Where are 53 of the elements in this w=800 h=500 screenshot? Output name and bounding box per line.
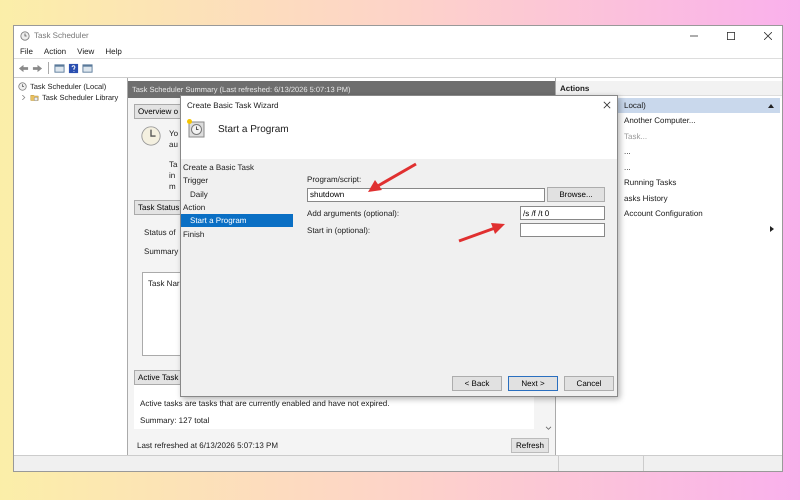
close-icon[interactable] xyxy=(764,32,772,40)
program-field[interactable]: shutdown xyxy=(307,188,545,202)
browse-button[interactable]: Browse... xyxy=(547,187,605,202)
folder-icon xyxy=(30,93,39,102)
caret-icon[interactable] xyxy=(768,104,774,108)
clock-icon xyxy=(18,82,27,91)
overview-text: au xyxy=(169,140,178,150)
wizard-step[interactable]: Daily xyxy=(181,188,293,201)
last-refreshed-text: Last refreshed at 6/13/2026 5:07:13 PM xyxy=(137,440,278,450)
arguments-field[interactable]: /s /f /t 0 xyxy=(520,206,605,220)
close-icon[interactable] xyxy=(603,101,611,109)
wizard-step[interactable]: Trigger xyxy=(181,174,293,188)
overview-text: Ta xyxy=(169,160,178,170)
field-label: Start in (optional): xyxy=(307,226,370,234)
overview-text: Yo xyxy=(169,129,178,139)
description-text: Active tasks are tasks that are currently enabled and have not expired. xyxy=(140,399,390,408)
clock-icon xyxy=(20,30,30,40)
menu-item[interactable]: File xyxy=(20,47,33,56)
menu-item[interactable]: View xyxy=(77,47,94,56)
field-label: Program/script: xyxy=(307,175,362,184)
status-label: Status of xyxy=(144,228,176,237)
refresh-button[interactable]: Refresh xyxy=(510,438,549,452)
wizard-step[interactable]: Create a Basic Task xyxy=(181,161,293,174)
summary-label: Summary xyxy=(144,247,178,256)
annotation-arrow xyxy=(366,162,418,194)
start-in-field[interactable] xyxy=(520,223,605,237)
submenu-arrow-icon[interactable] xyxy=(770,226,774,232)
overview-text: m xyxy=(169,182,177,192)
field-label: Add arguments (optional): xyxy=(307,208,400,218)
dialog-title: Create Basic Task Wizard xyxy=(187,100,278,110)
wizard-step[interactable]: Action xyxy=(181,200,293,214)
dialog-button[interactable]: Cancel xyxy=(564,376,614,391)
dialog-button[interactable]: Next > xyxy=(508,376,558,391)
summary-text: Summary: 127 total xyxy=(140,416,210,425)
wizard-heading: Start a Program xyxy=(218,124,289,135)
menu-item[interactable]: Action xyxy=(44,47,66,56)
menu-item[interactable]: Help xyxy=(105,47,122,56)
clock-icon xyxy=(140,125,162,147)
annotation-arrow xyxy=(457,221,507,243)
clock-icon xyxy=(186,118,206,138)
window-title: Task Scheduler xyxy=(34,31,89,40)
back-icon[interactable] xyxy=(18,62,29,74)
scroll-down-icon[interactable] xyxy=(544,426,552,431)
dialog-button[interactable]: < Back xyxy=(452,376,502,391)
maximize-icon[interactable] xyxy=(727,32,735,40)
pane-header: Actions xyxy=(556,81,782,96)
help-icon[interactable] xyxy=(68,62,79,74)
forward-icon[interactable] xyxy=(32,62,43,74)
wizard-step[interactable]: Finish xyxy=(181,227,293,241)
collapsed-chevron-icon[interactable] xyxy=(21,95,26,100)
column-header: Task Nar xyxy=(148,279,180,288)
wizard-step[interactable]: Start a Program xyxy=(181,214,293,228)
overview-text: in xyxy=(169,171,176,181)
